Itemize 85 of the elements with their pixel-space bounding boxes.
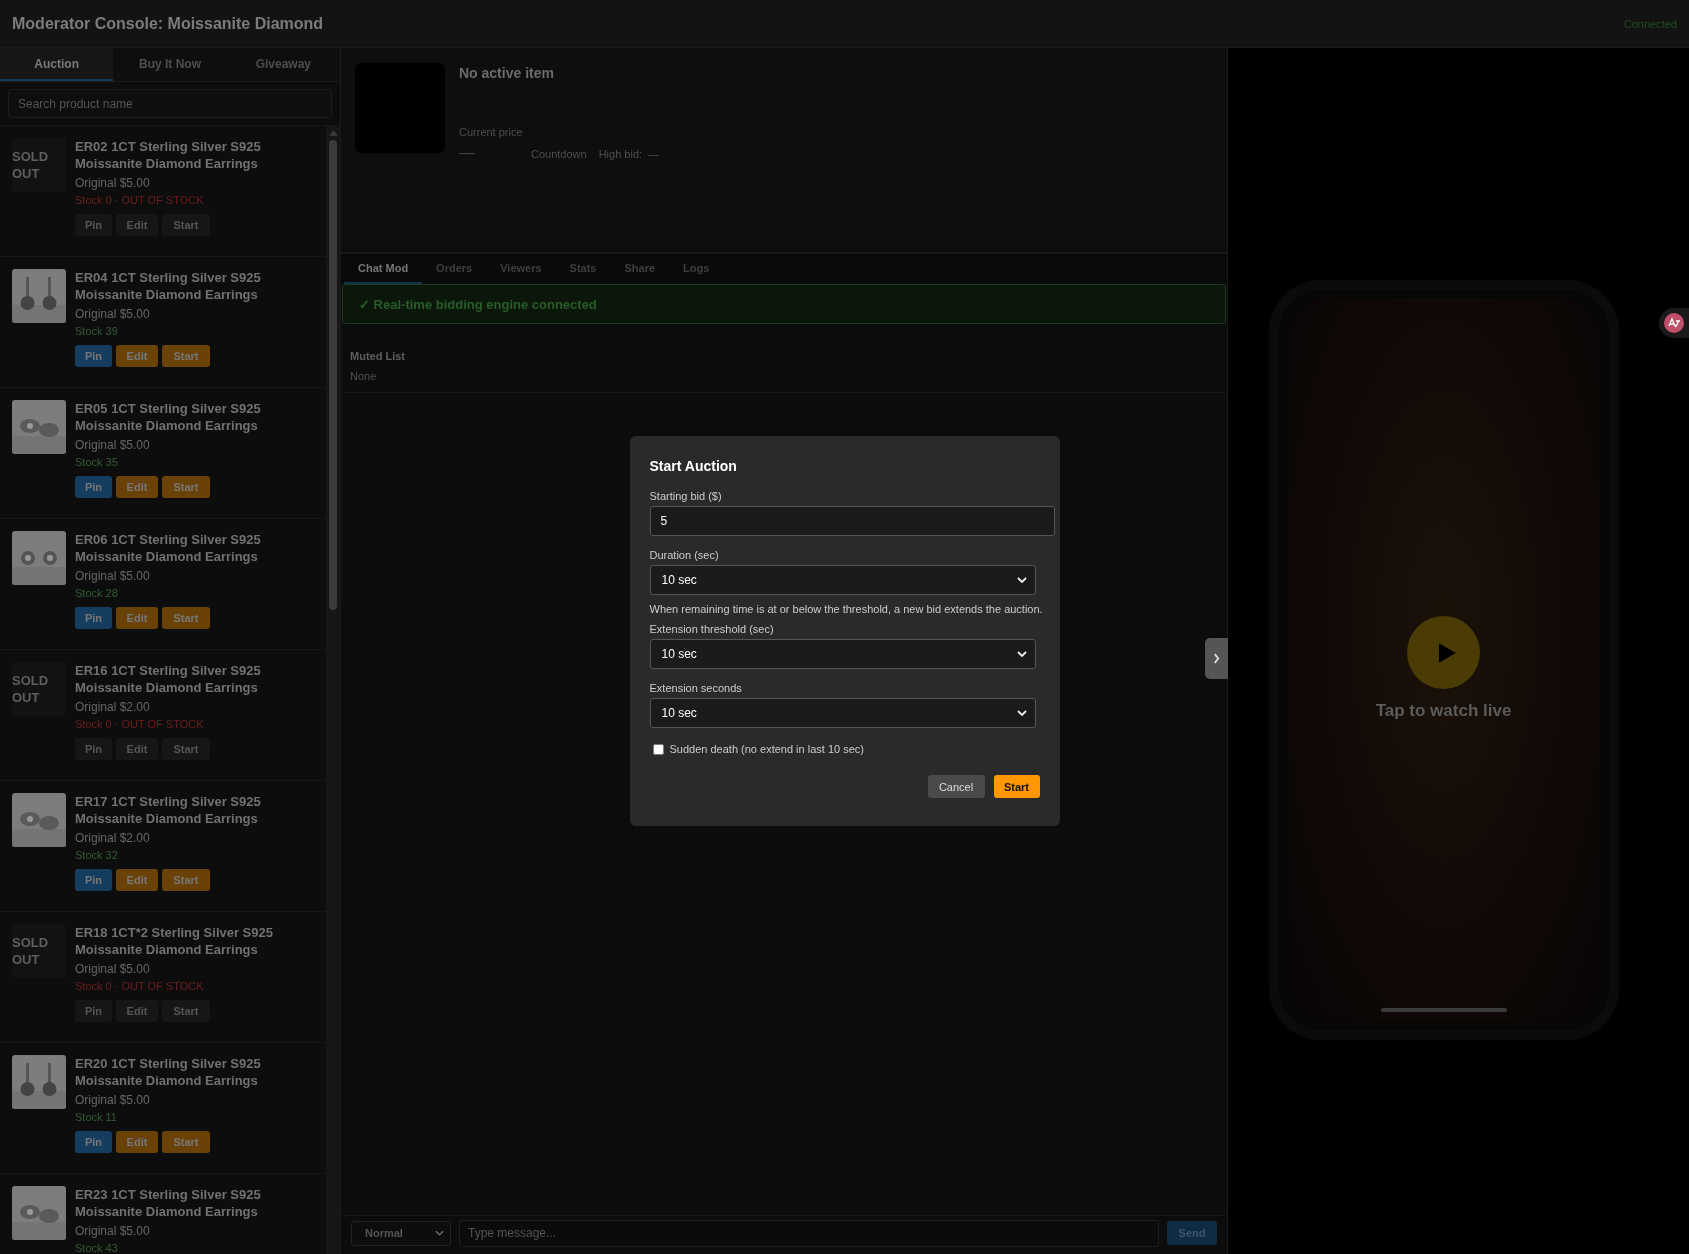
- muted-list-title: Muted List: [350, 350, 406, 362]
- help-text: When remaining time is at or below the threshold, a new bid extends the auction.: [649, 603, 1044, 615]
- edit-button[interactable]: Edit: [116, 1131, 158, 1153]
- edit-button[interactable]: Edit: [116, 345, 158, 367]
- chevron-down-icon: [435, 1230, 444, 1236]
- sold-out-thumbnail: SOLD OUT: [12, 662, 66, 716]
- start-button[interactable]: Start: [162, 607, 210, 629]
- select-field[interactable]: 10 sec: [649, 698, 1036, 728]
- pin-button[interactable]: Pin: [75, 476, 112, 498]
- chevron-down-icon: [1016, 651, 1027, 657]
- select-field[interactable]: 10 sec: [649, 565, 1036, 595]
- select-field[interactable]: 10 sec: [649, 639, 1036, 669]
- search-field[interactable]: Search product name: [8, 89, 332, 118]
- stock-label: Stock 0 · OUT OF STOCK: [75, 718, 205, 730]
- start-button[interactable]: Start: [162, 345, 210, 367]
- field-label: Duration (sec): [649, 549, 720, 561]
- price-label: Current price: [459, 126, 524, 138]
- cancel-button[interactable]: Cancel: [927, 775, 985, 798]
- sold-out-thumbnail: SOLD OUT: [12, 138, 66, 192]
- edit-button[interactable]: Edit: [116, 476, 158, 498]
- stock-label: Stock 11: [75, 1111, 118, 1123]
- stock-label: Stock 0 · OUT OF STOCK: [75, 194, 205, 206]
- product-title: ER18 1CT*2 Sterling Silver S925 Moissanite Diamond Earrings: [75, 924, 274, 958]
- product-title: ER04 1CT Sterling Silver S925 Moissanite Diamond Earrings: [75, 269, 262, 303]
- sudden-death-checkbox[interactable]: [652, 743, 664, 755]
- scrollbar[interactable]: [326, 126, 340, 1254]
- field-label: Starting bid ($): [649, 490, 723, 502]
- stock-label: Stock 39: [75, 325, 119, 337]
- mode-select[interactable]: Normal: [351, 1220, 451, 1246]
- pin-button[interactable]: Pin: [75, 869, 112, 891]
- chevron-right-icon: [1213, 653, 1220, 664]
- high-bid-label: High bid:: [598, 148, 643, 160]
- chevron-down-icon: [1016, 577, 1027, 583]
- high-bid-value: —: [648, 148, 660, 160]
- console-title: Moderator Console: Moissanite Diamond: [12, 14, 324, 33]
- dialog-title: Start Auction: [649, 458, 738, 474]
- start-button[interactable]: Start: [993, 775, 1040, 798]
- product-price: Original $5.00: [75, 438, 151, 452]
- scroll-thumb[interactable]: [329, 140, 337, 610]
- field-label: Extension seconds: [649, 682, 743, 694]
- start-button[interactable]: Start: [162, 1131, 210, 1153]
- product-title: ER20 1CT Sterling Silver S925 Moissanite Diamond Earrings: [75, 1055, 262, 1089]
- pin-button[interactable]: Pin: [75, 345, 112, 367]
- stock-label: Stock 0 · OUT OF STOCK: [75, 980, 205, 992]
- edit-button[interactable]: Edit: [116, 607, 158, 629]
- message-field[interactable]: Type message...: [459, 1219, 1159, 1247]
- starting-bid-field[interactable]: 5: [649, 506, 1055, 536]
- product-title: ER16 1CT Sterling Silver S925 Moissanite Diamond Earrings: [75, 662, 262, 696]
- panel-toggle-button[interactable]: [1205, 638, 1228, 679]
- active-item-title: No active item: [459, 65, 555, 81]
- translate-icon[interactable]: [1659, 308, 1689, 338]
- sidebar-tab[interactable]: Auction: [0, 48, 114, 81]
- product-price: Original $5.00: [75, 1224, 151, 1238]
- status-banner: ✓ Real-time bidding engine connected: [342, 284, 1226, 324]
- pin-button[interactable]: Pin: [75, 607, 112, 629]
- product-price: Original $5.00: [75, 176, 151, 190]
- checkbox-label: Sudden death (no extend in last 10 sec): [669, 743, 864, 755]
- product-price: Original $2.00: [75, 700, 151, 714]
- start-button[interactable]: Start: [162, 476, 210, 498]
- watch-live-caption: Tap to watch live: [1375, 701, 1512, 721]
- sold-out-thumbnail: SOLD OUT: [12, 924, 66, 978]
- product-title: ER17 1CT Sterling Silver S925 Moissanite Diamond Earrings: [75, 793, 262, 827]
- chevron-down-icon: [1016, 710, 1027, 716]
- field-label: Extension threshold (sec): [649, 623, 775, 635]
- product-price: Original $5.00: [75, 1093, 151, 1107]
- edit-button[interactable]: Edit: [116, 869, 158, 891]
- product-price: Original $2.00: [75, 831, 151, 845]
- stock-label: Stock 32: [75, 849, 119, 861]
- product-title: ER23 1CT Sterling Silver S925 Moissanite Diamond Earrings: [75, 1186, 262, 1220]
- muted-list-value: None: [350, 370, 378, 382]
- connection-status: Connected: [1623, 17, 1677, 30]
- stock-label: Stock 43: [75, 1242, 119, 1254]
- product-price: Original $5.00: [75, 962, 151, 976]
- pin-button[interactable]: Pin: [75, 1131, 112, 1153]
- product-title: ER06 1CT Sterling Silver S925 Moissanite Diamond Earrings: [75, 531, 262, 565]
- product-title: ER02 1CT Sterling Silver S925 Moissanite Diamond Earrings: [75, 138, 262, 172]
- product-title: ER05 1CT Sterling Silver S925 Moissanite Diamond Earrings: [75, 400, 262, 434]
- product-price: Original $5.00: [75, 307, 151, 321]
- countdown-label: Countdown: [531, 148, 587, 160]
- current-price: —: [459, 144, 476, 162]
- start-button[interactable]: Start: [162, 869, 210, 891]
- scroll-up-icon[interactable]: [328, 130, 338, 136]
- product-price: Original $5.00: [75, 569, 151, 583]
- stock-label: Stock 28: [75, 587, 119, 599]
- stock-label: Stock 35: [75, 456, 119, 468]
